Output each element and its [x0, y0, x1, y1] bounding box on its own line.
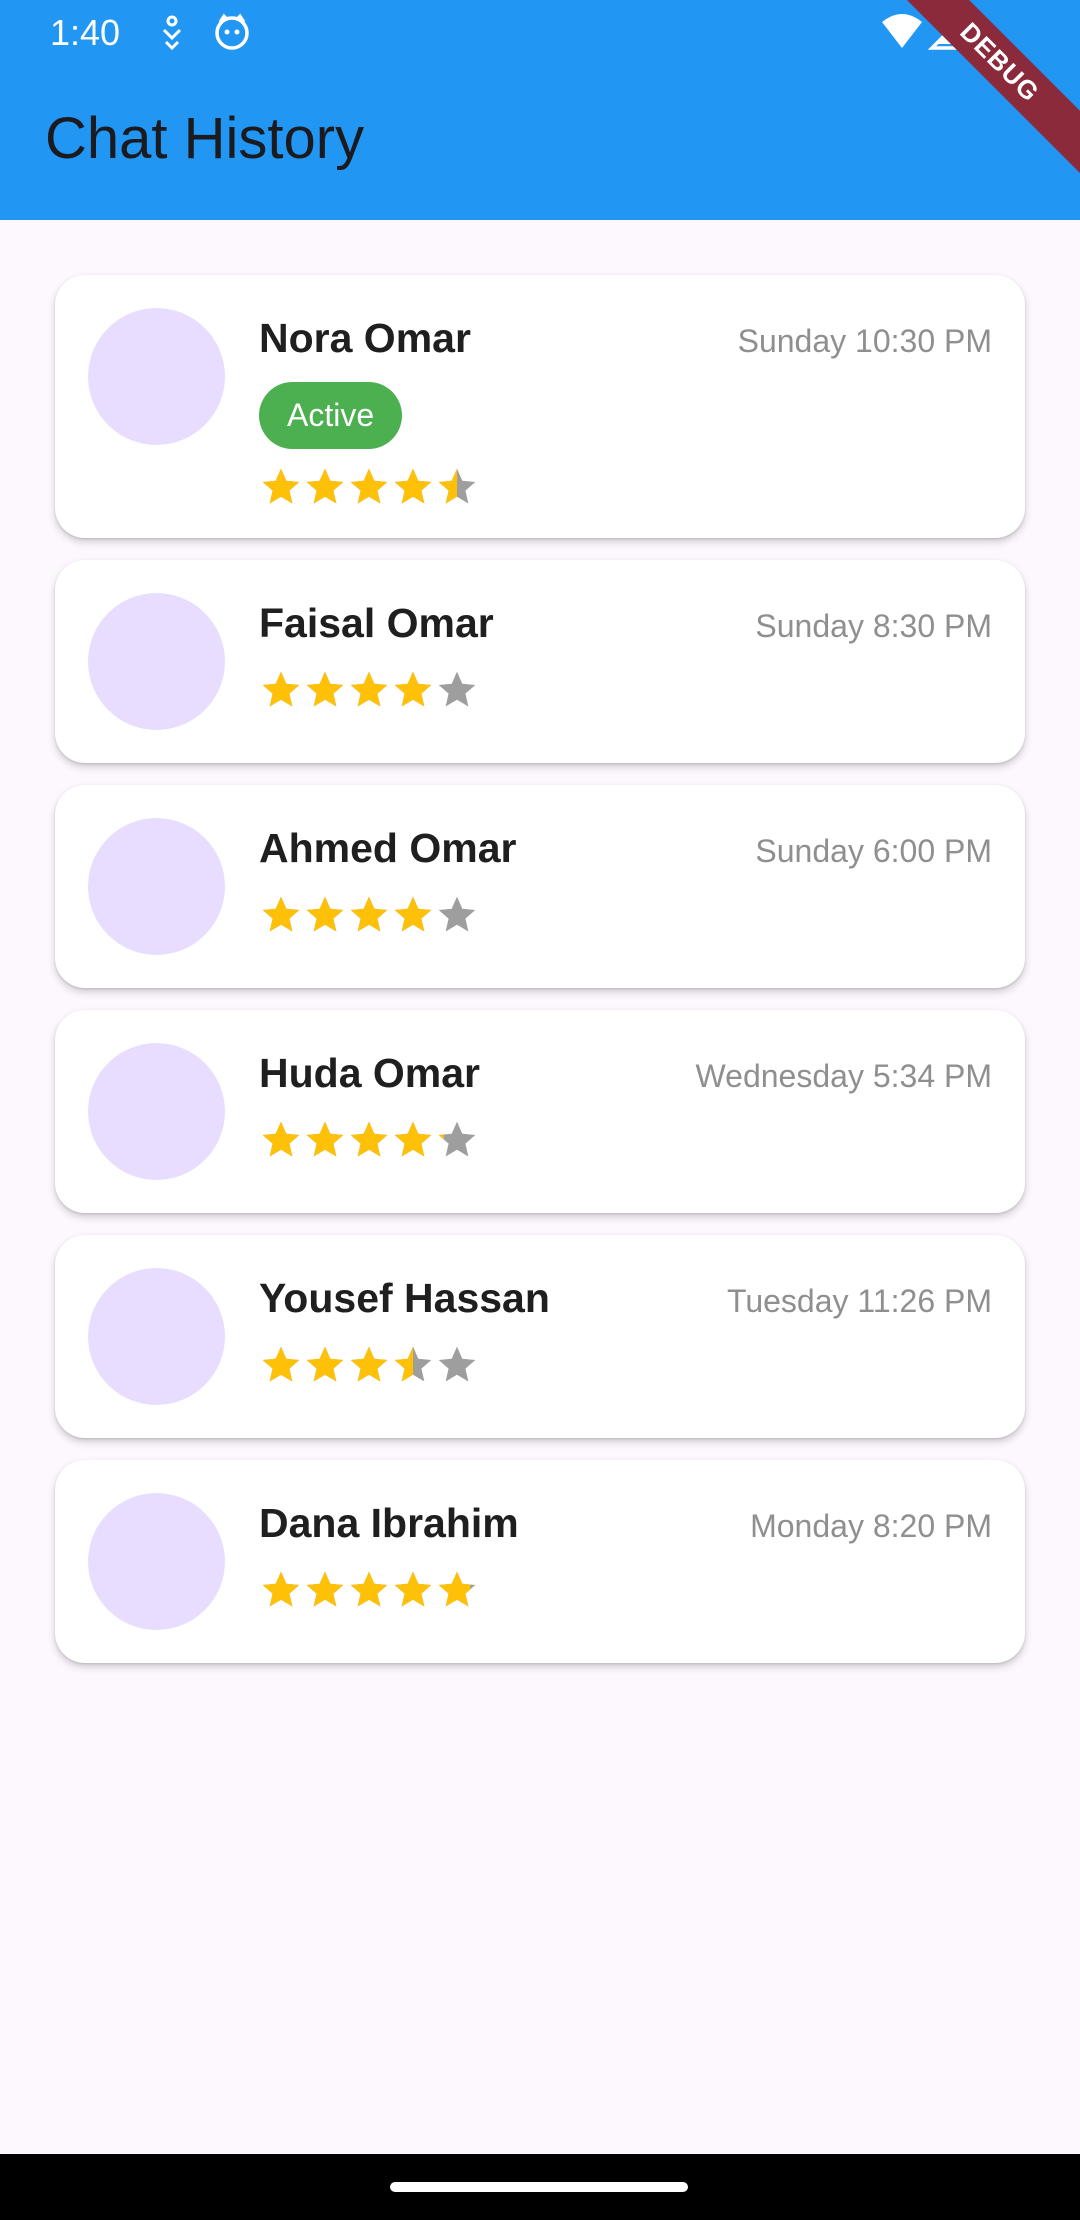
- star-rating: [259, 668, 479, 712]
- chat-card[interactable]: Nora Omar Sunday 10:30 PM Active: [55, 275, 1025, 538]
- contact-name: Ahmed Omar: [259, 825, 517, 871]
- screen: 1:40 Chat History DEBUG Nora Omar Sunday…: [0, 0, 1080, 2220]
- star-half-icon: [438, 468, 476, 504]
- download-person-icon: [152, 12, 192, 52]
- contact-name: Faisal Omar: [259, 600, 494, 646]
- star-filled-icon: [262, 671, 300, 707]
- chat-time: Tuesday 11:26 PM: [726, 1283, 992, 1319]
- star-filled-icon: [394, 468, 432, 504]
- star-filled-icon: [350, 1346, 388, 1382]
- avatar: [88, 308, 225, 445]
- star-empty-icon: [438, 896, 476, 932]
- chat-time: Wednesday 5:34 PM: [695, 1058, 992, 1094]
- star-filled-icon: [350, 671, 388, 707]
- star-rating: [259, 1343, 479, 1387]
- star-empty-icon: [438, 1346, 476, 1382]
- chat-time: Sunday 10:30 PM: [737, 323, 992, 359]
- chat-card[interactable]: Faisal Omar Sunday 8:30 PM: [55, 560, 1025, 763]
- chat-card[interactable]: Huda Omar Wednesday 5:34 PM: [55, 1010, 1025, 1213]
- contact-name: Huda Omar: [259, 1050, 480, 1096]
- contact-name: Nora Omar: [259, 315, 471, 361]
- star-half-icon: [394, 1346, 432, 1382]
- avatar: [88, 1043, 225, 1180]
- star-filled-icon: [350, 1571, 388, 1607]
- chat-time: Sunday 8:30 PM: [755, 608, 992, 644]
- cat-face-icon: [212, 12, 252, 52]
- star-filled-icon: [306, 1571, 344, 1607]
- star-filled-icon: [306, 671, 344, 707]
- avatar: [88, 1268, 225, 1405]
- star-filled-icon: [306, 1346, 344, 1382]
- star-filled-icon: [394, 896, 432, 932]
- star-filled-icon: [350, 896, 388, 932]
- star-filled-icon: [394, 671, 432, 707]
- star-rating: [259, 465, 479, 509]
- star-rating: [259, 1118, 479, 1162]
- system-nav-bar: [0, 2154, 1080, 2220]
- home-gesture-handle[interactable]: [390, 2182, 688, 2192]
- star-filled-icon: [262, 1121, 300, 1157]
- chat-card[interactable]: Ahmed Omar Sunday 6:00 PM: [55, 785, 1025, 988]
- chat-list: Nora Omar Sunday 10:30 PM Active Faisal …: [55, 275, 1025, 1685]
- chat-card[interactable]: Dana Ibrahim Monday 8:20 PM: [55, 1460, 1025, 1663]
- contact-name: Yousef Hassan: [259, 1275, 550, 1321]
- page-title: Chat History: [45, 106, 365, 171]
- chat-card[interactable]: Yousef Hassan Tuesday 11:26 PM: [55, 1235, 1025, 1438]
- star-filled-icon: [350, 468, 388, 504]
- star-filled-icon: [262, 1346, 300, 1382]
- star-rating: [259, 893, 479, 937]
- app-bar: 1:40 Chat History DEBUG: [0, 0, 1080, 220]
- star-filled-icon: [394, 1571, 432, 1607]
- star-filled-icon: [306, 896, 344, 932]
- star-half-icon: [438, 1121, 476, 1157]
- avatar: [88, 593, 225, 730]
- avatar: [88, 818, 225, 955]
- star-filled-icon: [262, 896, 300, 932]
- avatar: [88, 1493, 225, 1630]
- status-time: 1:40: [50, 12, 121, 53]
- star-filled-icon: [394, 1121, 432, 1157]
- contact-name: Dana Ibrahim: [259, 1500, 519, 1546]
- status-badge: Active: [259, 382, 403, 449]
- wifi-icon: [880, 12, 924, 52]
- chat-time: Sunday 6:00 PM: [755, 833, 992, 869]
- chat-time: Monday 8:20 PM: [750, 1508, 992, 1544]
- star-filled-icon: [262, 468, 300, 504]
- star-rating: [259, 1568, 479, 1612]
- star-filled-icon: [306, 1121, 344, 1157]
- star-half-icon: [438, 1571, 476, 1607]
- star-filled-icon: [306, 468, 344, 504]
- star-filled-icon: [262, 1571, 300, 1607]
- star-filled-icon: [350, 1121, 388, 1157]
- star-empty-icon: [438, 671, 476, 707]
